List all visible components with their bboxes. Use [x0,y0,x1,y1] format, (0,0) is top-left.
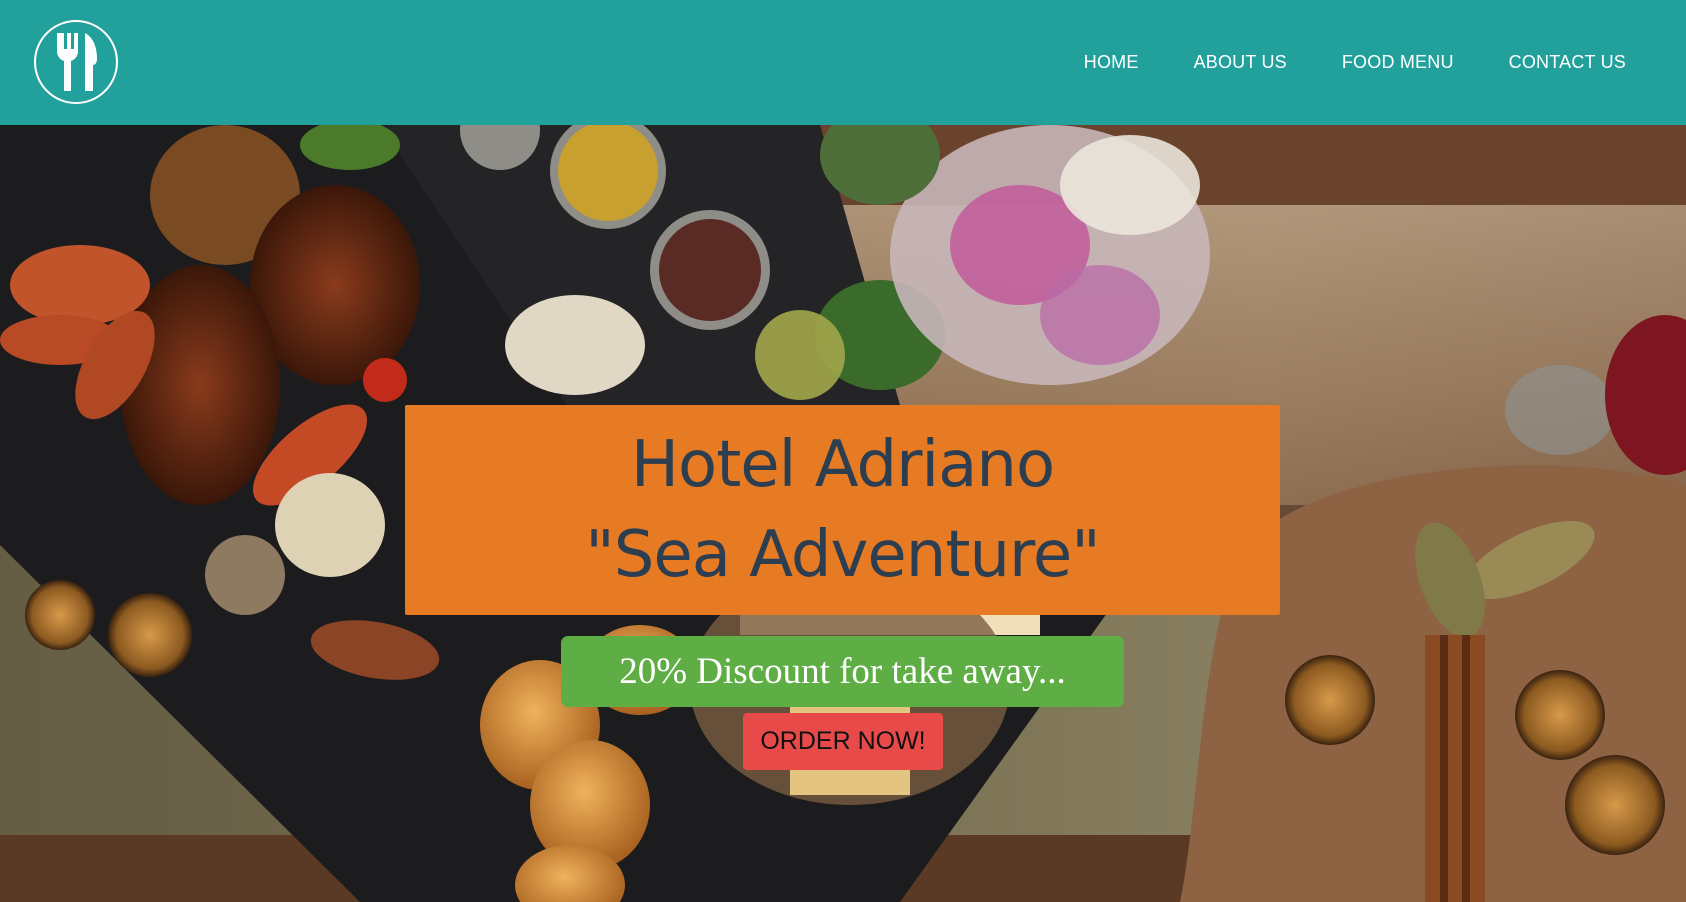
hotel-title-banner: Hotel Adriano "Sea Adventure" [405,405,1280,615]
logo[interactable] [34,20,118,104]
site-header: HOME ABOUT US FOOD MENU CONTACT US [0,0,1686,125]
hotel-name-heading: Hotel Adriano [630,428,1055,502]
nav-food-menu-link[interactable]: FOOD MENU [1342,52,1454,73]
nav-about-us-link[interactable]: ABOUT US [1194,52,1287,73]
discount-banner: 20% Discount for take away... [561,636,1124,707]
nav-home-link[interactable]: HOME [1084,52,1139,73]
order-now-button[interactable]: ORDER NOW! [743,713,943,770]
main-nav: HOME ABOUT US FOOD MENU CONTACT US [1084,0,1626,125]
discount-text: 20% Discount for take away... [619,651,1066,692]
nav-contact-us-link[interactable]: CONTACT US [1509,52,1626,73]
hotel-subtitle-heading: "Sea Adventure" [585,518,1100,592]
fork-knife-icon [57,33,97,91]
page: HOME ABOUT US FOOD MENU CONTACT US Hotel… [0,0,1686,902]
order-now-label: ORDER NOW! [760,727,926,755]
